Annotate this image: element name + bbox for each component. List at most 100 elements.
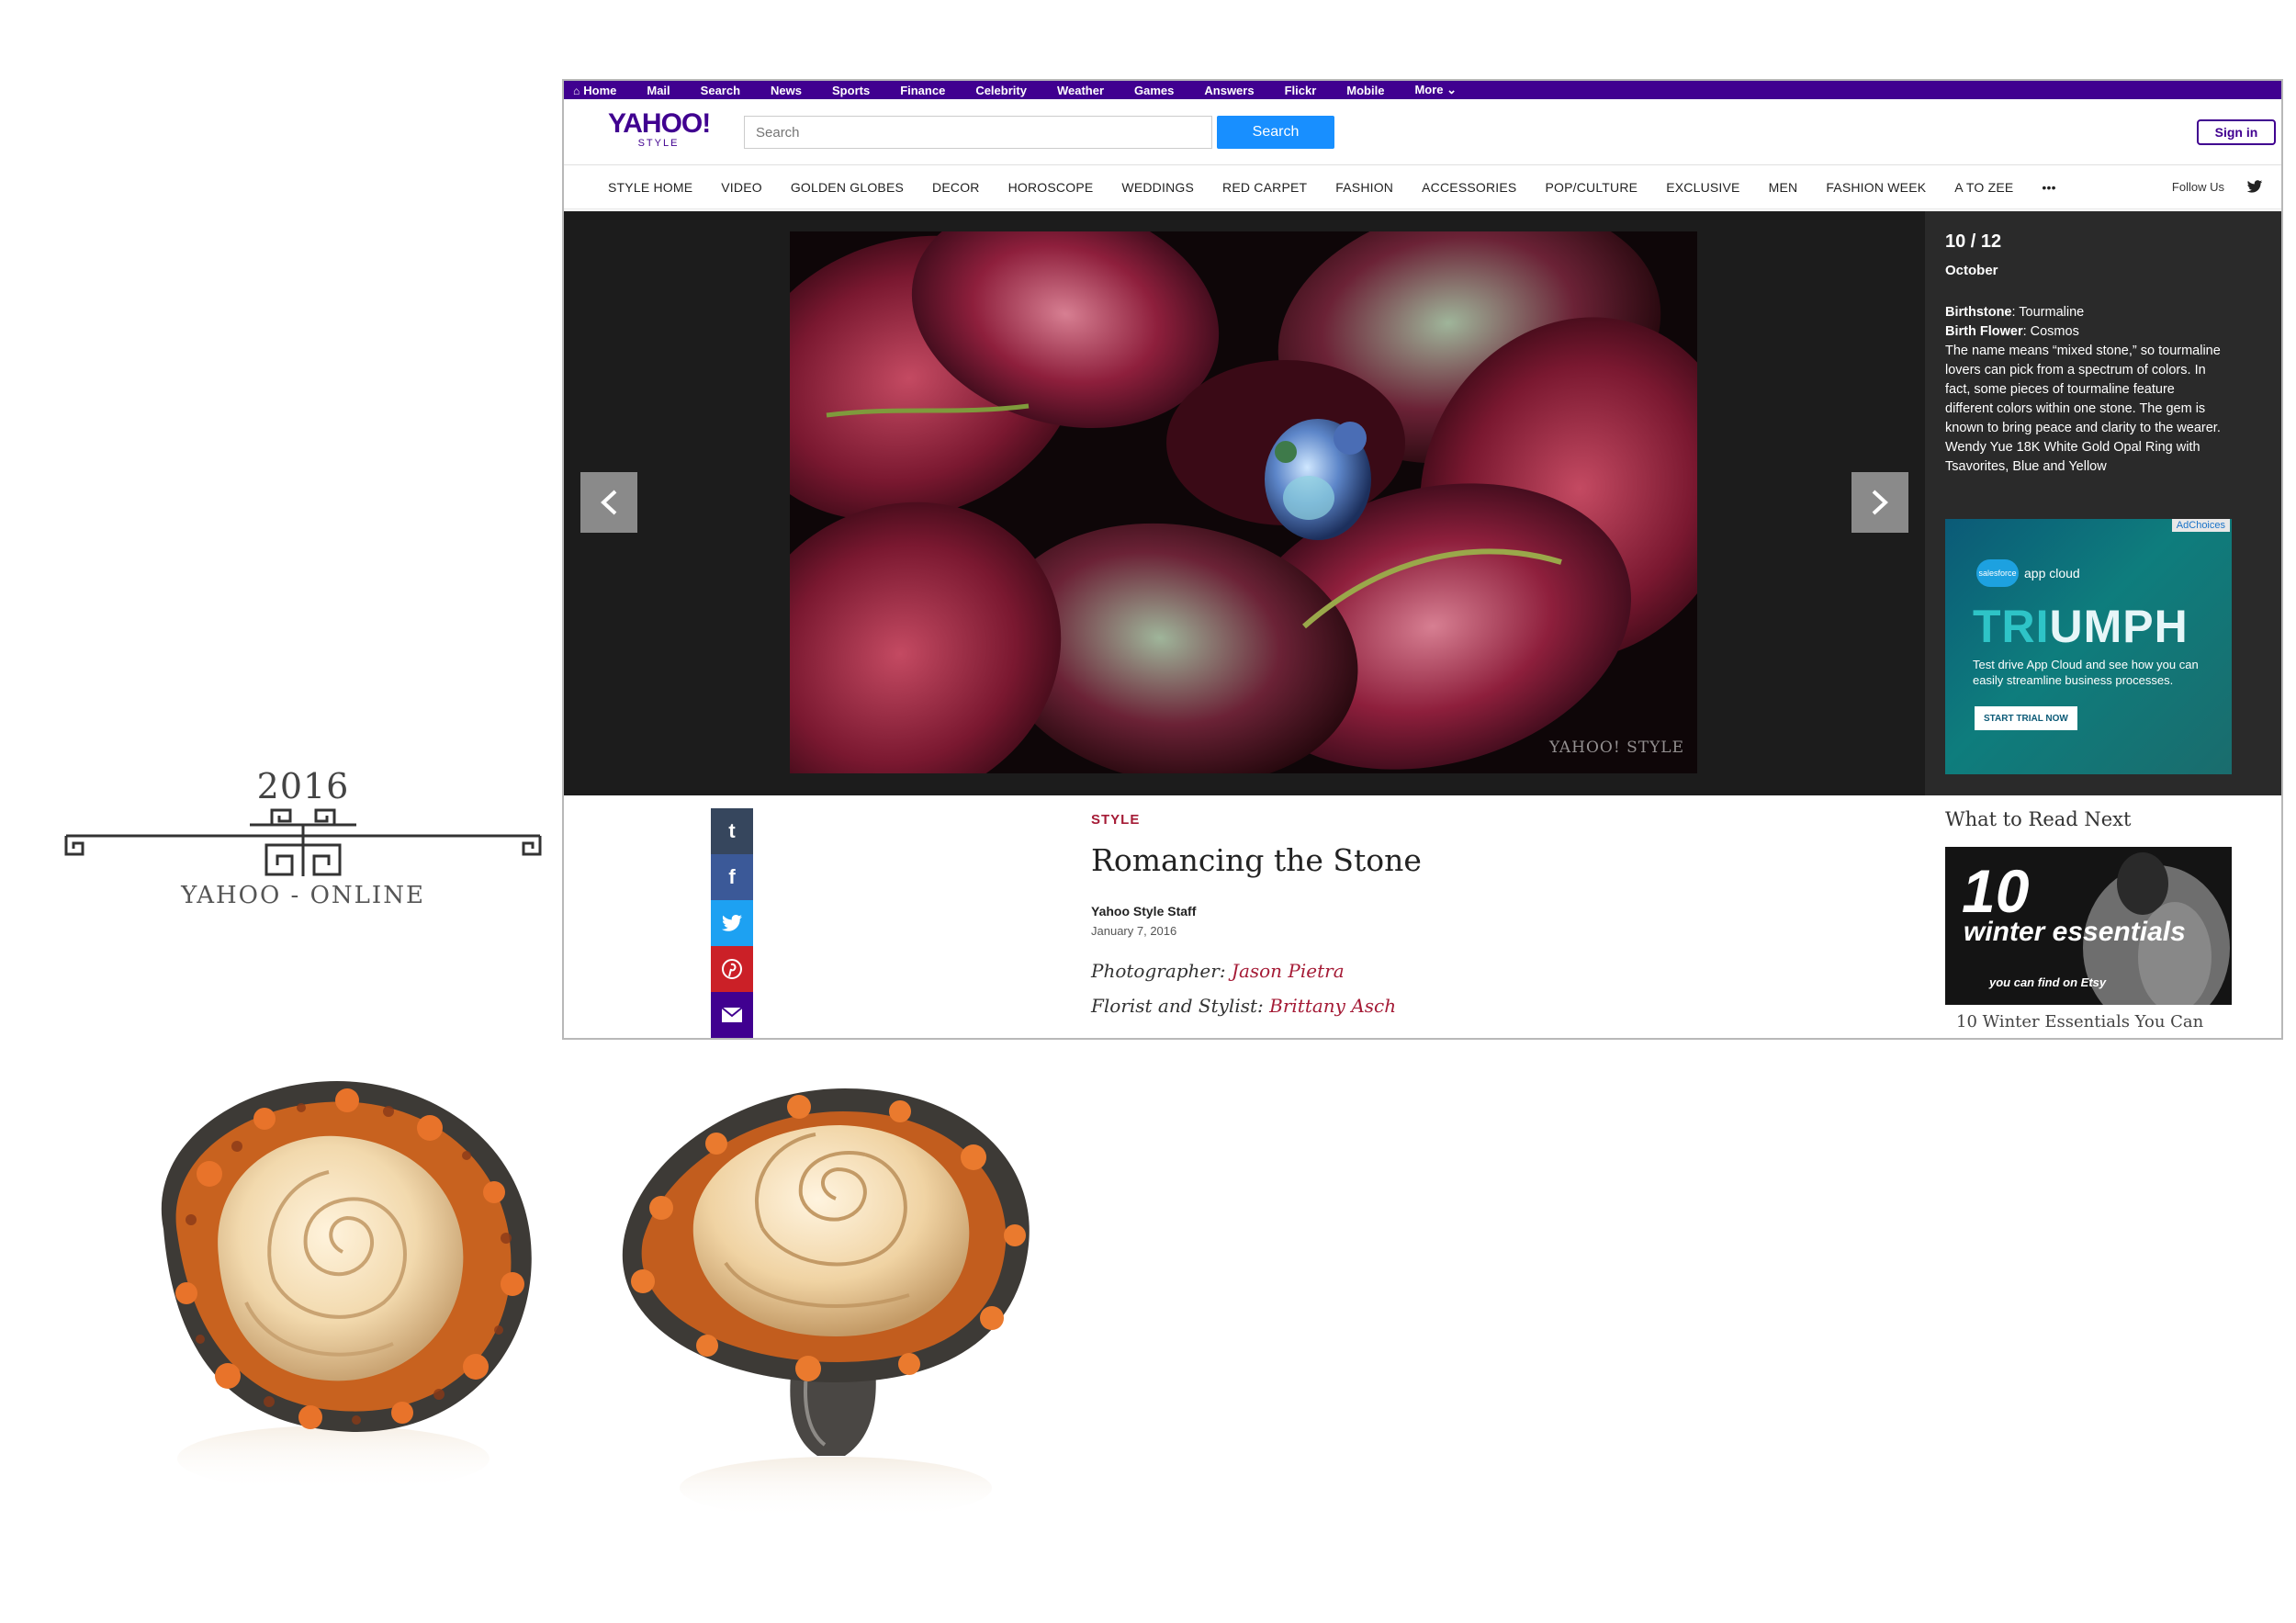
share-pinterest-button[interactable] <box>711 946 753 992</box>
article-title: Romancing the Stone <box>1091 842 1422 878</box>
salesforce-cloud-icon: salesforce <box>1976 559 2019 587</box>
topnav-label: More <box>1414 83 1444 96</box>
topnav-mobile[interactable]: Mobile <box>1346 84 1384 97</box>
slide-month: October <box>1945 263 1998 278</box>
slide-watermark: YAHOO! STYLE <box>1548 738 1684 757</box>
twitter-icon <box>722 915 742 931</box>
nav-accessories[interactable]: ACCESSORIES <box>1422 180 1516 195</box>
topnav-news[interactable]: News <box>771 84 802 97</box>
greek-key-ornament-icon <box>64 808 542 876</box>
nav-video[interactable]: VIDEO <box>721 180 762 195</box>
stylist-link[interactable]: Brittany Asch <box>1269 995 1396 1017</box>
share-tumblr-button[interactable]: t <box>711 808 753 854</box>
article-section-label[interactable]: STYLE <box>1091 812 1807 828</box>
style-section-nav: STYLE HOME VIDEO GOLDEN GLOBES DECOR HOR… <box>564 165 2281 209</box>
search-input[interactable] <box>744 116 1212 149</box>
nav-decor[interactable]: DECOR <box>932 180 980 195</box>
share-twitter-button[interactable] <box>711 900 753 946</box>
nav-pop-culture[interactable]: POP/CULTURE <box>1545 180 1638 195</box>
pinterest-icon <box>722 959 742 979</box>
chevron-down-icon: ⌄ <box>1446 83 1458 96</box>
slide-description: The name means “mixed stone,” so tourmal… <box>1945 344 2221 474</box>
topnav-answers[interactable]: Answers <box>1204 84 1254 97</box>
yahoo-top-nav: ⌂ Home Mail Search News Sports Finance Ce… <box>564 81 2281 99</box>
mail-icon <box>721 1007 743 1022</box>
slideshow: YAHOO! STYLE 10 / 12 October Birthstone:… <box>564 211 2281 795</box>
read-next-module: What to Read Next 10 winter essentials y… <box>1945 808 2239 1031</box>
begonia-leaves-ring-photo <box>790 231 1697 773</box>
emblem-caption: YAHOO - ONLINE <box>181 882 425 909</box>
previous-slide-button[interactable] <box>580 472 637 533</box>
share-facebook-button[interactable]: f <box>711 854 753 900</box>
birthflower-label: Birth Flower <box>1945 324 2023 339</box>
chevron-right-icon <box>1872 490 1888 515</box>
birthflower-value: : Cosmos <box>2022 324 2079 339</box>
birthstone-line: Birthstone: Tourmaline <box>1945 303 2221 322</box>
yahoo-header: YAHOO! STYLE Search Sign in <box>564 99 2281 165</box>
photographer-link[interactable]: Jason Pietra <box>1232 960 1345 982</box>
emblem-year: 2016 <box>256 766 350 806</box>
topnav-finance[interactable]: Finance <box>900 84 945 97</box>
logo-wordmark: YAHOO! <box>608 108 711 139</box>
rose-ring-front-image <box>161 1081 532 1492</box>
sign-in-button[interactable]: Sign in <box>2197 119 2276 145</box>
read-next-title: What to Read Next <box>1945 808 2132 830</box>
salesforce-ad[interactable]: AdChoices salesforce app cloud TRIUMPH T… <box>1945 519 2232 774</box>
ad-headline: TRIUMPH <box>1973 600 2189 653</box>
yahoo-style-logo[interactable]: YAHOO! STYLE <box>608 108 711 150</box>
topnav-weather[interactable]: Weather <box>1057 84 1104 97</box>
rose-ring-side-image <box>622 1088 1030 1519</box>
nav-red-carpet[interactable]: RED CARPET <box>1222 180 1307 195</box>
topnav-sports[interactable]: Sports <box>832 84 870 97</box>
article-date: January 7, 2016 <box>1091 924 1177 938</box>
photographer-credit: Photographer: Jason Pietra <box>1091 960 1807 982</box>
nav-weddings[interactable]: WEDDINGS <box>1121 180 1194 195</box>
thumb-headline: winter essentials <box>1964 917 2186 947</box>
topnav-mail[interactable]: Mail <box>647 84 670 97</box>
birthstone-label: Birthstone <box>1945 305 2012 320</box>
logo-subtitle: STYLE <box>637 138 680 149</box>
slide-counter: 10 / 12 <box>1945 231 2002 252</box>
birthflower-line: Birth Flower: Cosmos <box>1945 322 2221 342</box>
nav-style-home[interactable]: STYLE HOME <box>608 180 692 195</box>
topnav-celebrity[interactable]: Celebrity <box>975 84 1027 97</box>
ad-brand: salesforce app cloud <box>1976 559 2080 587</box>
nav-more-ellipsis[interactable]: ••• <box>2042 180 2055 195</box>
nav-golden-globes[interactable]: GOLDEN GLOBES <box>791 180 904 195</box>
nav-fashion[interactable]: FASHION <box>1335 180 1393 195</box>
adchoices-link[interactable]: AdChoices <box>2171 519 2230 532</box>
search-button[interactable]: Search <box>1217 116 1334 149</box>
thumb-number: 10 <box>1962 857 2030 925</box>
topnav-label: Home <box>583 83 617 97</box>
publication-emblem: 2016 YAHOO - ONLINE <box>55 753 551 928</box>
topnav-home[interactable]: ⌂ Home <box>573 84 616 97</box>
photographer-label: Photographer: <box>1091 960 1226 982</box>
stylist-credit: Florist and Stylist: Brittany Asch <box>1091 995 1807 1017</box>
topnav-more[interactable]: More ⌄ <box>1414 83 1457 97</box>
share-bar: t f <box>711 808 753 1038</box>
chevron-left-icon <box>601 490 617 515</box>
nav-a-to-zee[interactable]: A TO ZEE <box>1954 180 2013 195</box>
twitter-icon[interactable] <box>2246 178 2263 195</box>
yahoo-style-page: ⌂ Home Mail Search News Sports Finance Ce… <box>562 79 2283 1040</box>
slide-caption: Birthstone: Tourmaline Birth Flower: Cos… <box>1945 303 2221 477</box>
read-next-thumbnail[interactable]: 10 winter essentials you can find on Ets… <box>1945 847 2232 1005</box>
nav-fashion-week[interactable]: FASHION WEEK <box>1826 180 1926 195</box>
topnav-search[interactable]: Search <box>701 84 740 97</box>
ad-headline-part2: UMPH <box>2049 601 2189 652</box>
share-mail-button[interactable] <box>711 992 753 1038</box>
topnav-flickr[interactable]: Flickr <box>1285 84 1317 97</box>
ad-start-trial-button[interactable]: START TRIAL NOW <box>1975 706 2077 730</box>
nav-men[interactable]: MEN <box>1769 180 1798 195</box>
nav-horoscope[interactable]: HOROSCOPE <box>1008 180 1094 195</box>
next-slide-button[interactable] <box>1851 472 1908 533</box>
stylist-label: Florist and Stylist: <box>1091 995 1264 1017</box>
ad-body: Test drive App Cloud and see how you can… <box>1973 658 2199 687</box>
tumblr-icon: t <box>728 819 736 842</box>
read-next-caption[interactable]: 10 Winter Essentials You Can <box>1945 1012 2239 1031</box>
nav-exclusive[interactable]: EXCLUSIVE <box>1666 180 1739 195</box>
topnav-games[interactable]: Games <box>1134 84 1174 97</box>
slide-photo: YAHOO! STYLE <box>790 231 1697 773</box>
facebook-icon: f <box>728 865 736 888</box>
birthstone-value: : Tourmaline <box>2011 305 2085 320</box>
